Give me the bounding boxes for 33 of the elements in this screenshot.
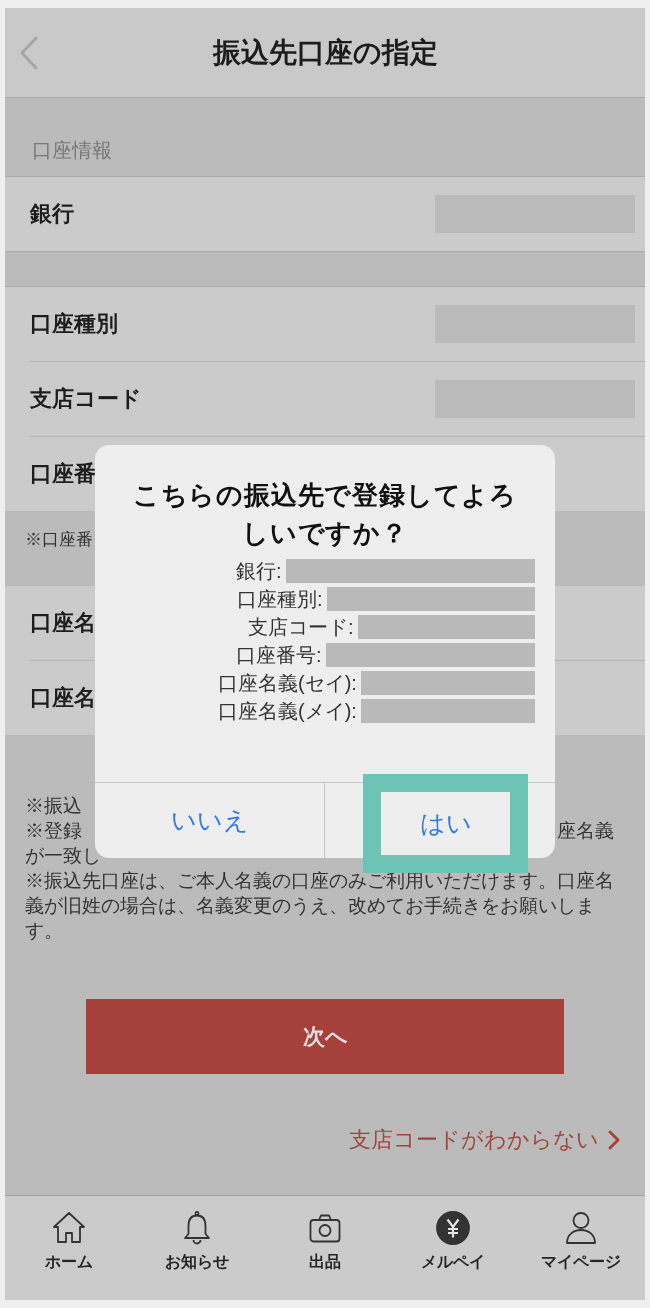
yen-coin-icon	[435, 1210, 471, 1246]
no-button[interactable]: いいえ	[95, 783, 324, 858]
tab-item[interactable]: マイページ	[541, 1196, 621, 1272]
field-label: 口座番	[30, 460, 96, 488]
back-button[interactable]	[18, 34, 40, 71]
dialog-title: こちらの振込先で登録してよろしいですか？	[131, 479, 519, 550]
note-text: ※口座番	[25, 530, 93, 549]
note-text: ※登録	[25, 819, 82, 843]
chevron-right-icon	[608, 1130, 620, 1150]
detail-label: 支店コード:	[248, 615, 354, 640]
person-icon	[563, 1210, 599, 1246]
tab-item[interactable]: お知らせ	[165, 1196, 229, 1272]
note-text: ※振込	[25, 794, 82, 818]
chevron-left-icon	[19, 35, 39, 70]
field-label: 口座種別	[30, 310, 118, 338]
field-label: 口座名	[30, 609, 96, 637]
yes-button[interactable]: はい	[363, 774, 528, 873]
field-label: 口座名	[30, 684, 96, 712]
note-text: 座名義	[557, 819, 614, 843]
home-icon	[51, 1210, 87, 1246]
tab-item[interactable]: ホーム	[45, 1196, 93, 1272]
field-label: 銀行	[30, 200, 74, 228]
tab-item[interactable]: メルペイ	[421, 1196, 485, 1272]
detail-label: 口座番号:	[236, 643, 322, 668]
tab-item[interactable]: 出品	[307, 1196, 343, 1272]
detail-label: 口座種別:	[237, 587, 323, 612]
detail-label: 口座名義(セイ):	[218, 671, 357, 696]
detail-label: 口座名義(メイ):	[218, 699, 357, 724]
next-button[interactable]: 次へ	[86, 999, 564, 1074]
page-title: 振込先口座の指定	[211, 35, 439, 70]
field-label: 支店コード	[30, 385, 142, 413]
section-heading: 口座情報	[32, 138, 112, 163]
detail-label: 銀行:	[236, 559, 282, 584]
